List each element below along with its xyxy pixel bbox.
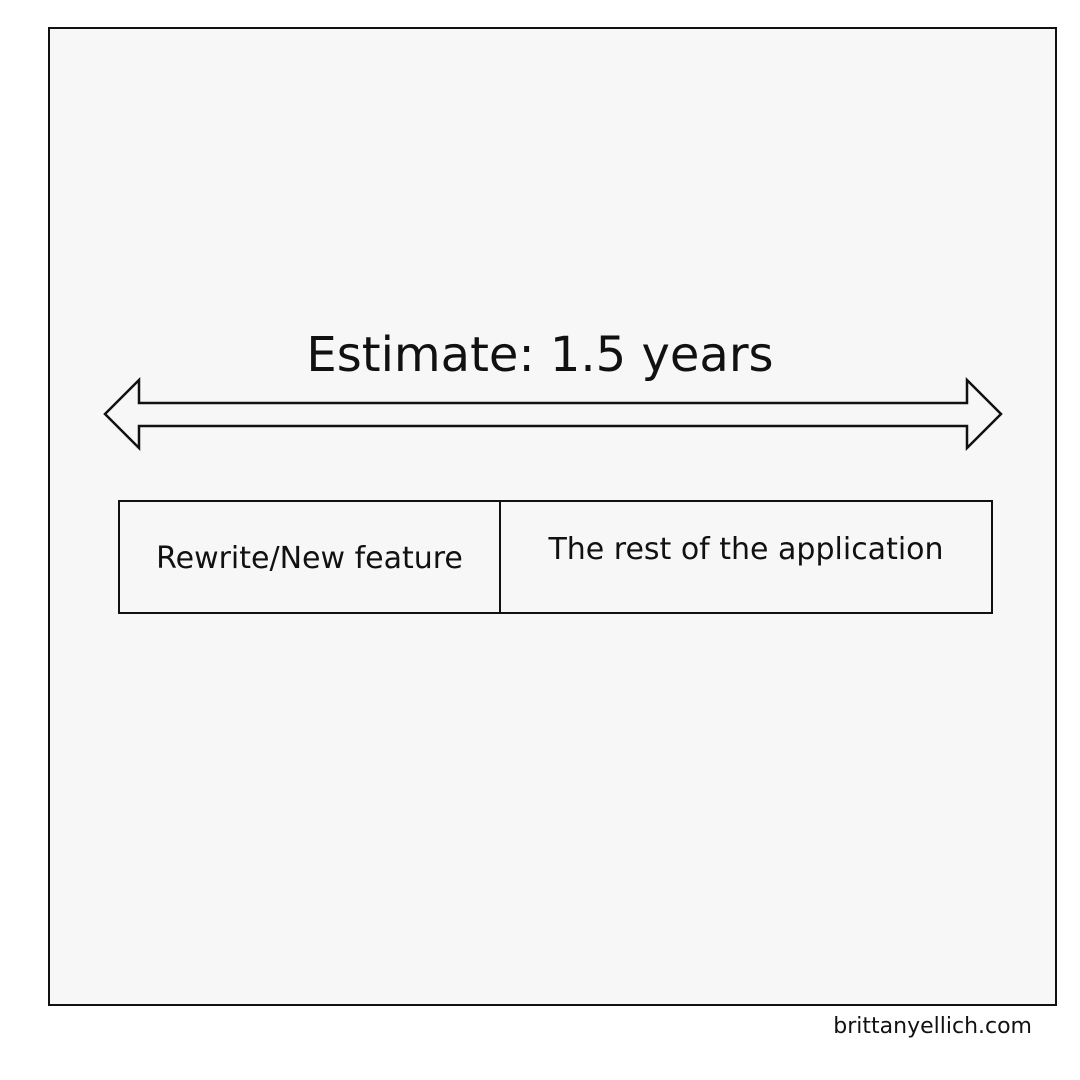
- timeline-bar: Rewrite/New feature The rest of the appl…: [118, 500, 993, 614]
- double-arrow-icon: [103, 376, 1003, 452]
- site-credit: brittanyellich.com: [833, 1014, 1032, 1039]
- double-arrow-shape: [103, 376, 1003, 452]
- rest-of-application-segment: The rest of the application: [548, 531, 944, 567]
- rewrite-segment: Rewrite/New feature: [120, 502, 501, 612]
